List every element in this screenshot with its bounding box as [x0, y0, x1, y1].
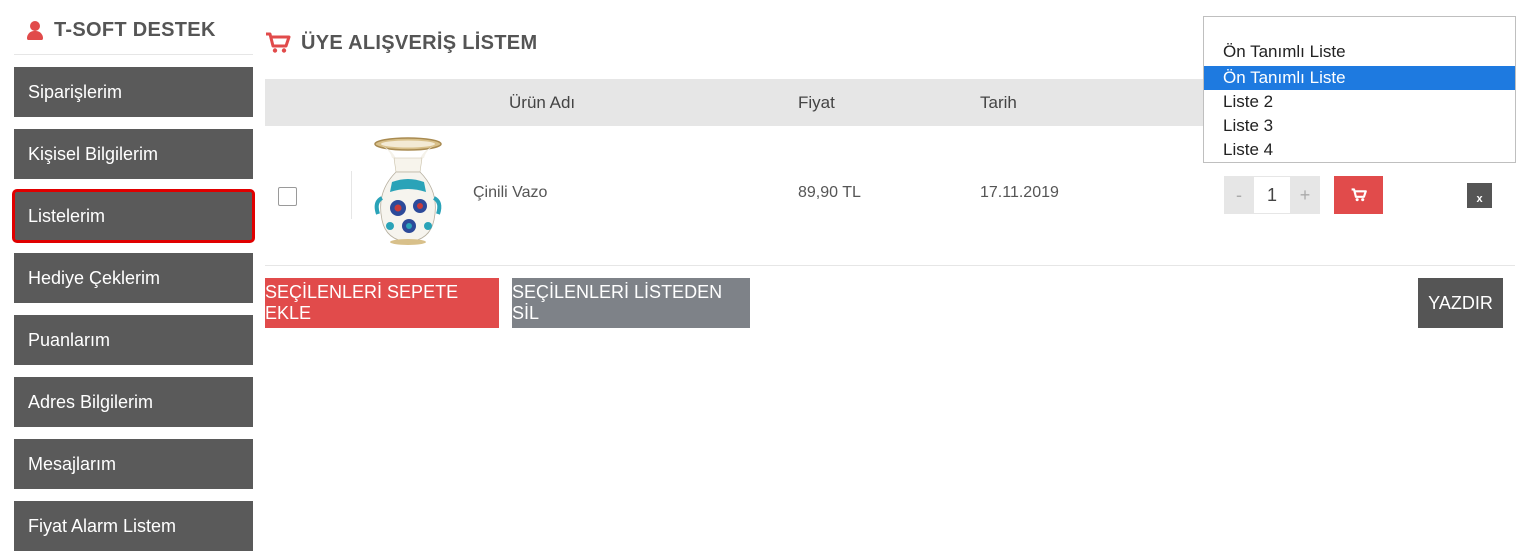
- list-option[interactable]: Liste 2: [1204, 90, 1515, 114]
- quantity-input[interactable]: 1: [1254, 176, 1290, 214]
- account-name: T-SOFT DESTEK: [54, 18, 216, 41]
- list-select-options: Ön Tanımlı Liste Liste 2 Liste 3 Liste 4: [1204, 66, 1515, 162]
- sidebar-item-orders[interactable]: Siparişlerim: [14, 67, 253, 117]
- row-divider: [351, 171, 352, 219]
- add-selected-to-cart-button[interactable]: SEÇİLENLERİ SEPETE EKLE: [265, 278, 499, 328]
- shopping-cart-icon: [266, 32, 291, 53]
- remove-item-button[interactable]: x: [1467, 183, 1492, 208]
- product-price: 89,90 TL: [798, 184, 861, 201]
- user-icon: [26, 19, 44, 41]
- sidebar-item-label: Siparişlerim: [28, 81, 123, 102]
- list-select-dropdown[interactable]: Ön Tanımlı Liste Ön Tanımlı Liste Liste …: [1203, 16, 1516, 163]
- page-title-text: ÜYE ALIŞVERİŞ LİSTEM: [301, 31, 538, 54]
- sidebar-item-addresses[interactable]: Adres Bilgilerim: [14, 377, 253, 427]
- sidebar-item-points[interactable]: Puanlarım: [14, 315, 253, 365]
- sidebar-menu: Siparişlerim Kişisel Bilgilerim Listeler…: [12, 67, 255, 559]
- account-header: T-SOFT DESTEK: [26, 14, 216, 46]
- sidebar-item-lists[interactable]: Listelerim: [12, 189, 255, 243]
- remove-selected-from-list-button[interactable]: SEÇİLENLERİ LİSTEDEN SİL: [512, 278, 750, 328]
- list-option[interactable]: Liste 3: [1204, 114, 1515, 138]
- column-header-price: Fiyat: [798, 93, 835, 112]
- column-header-product: Ürün Adı: [509, 93, 576, 112]
- print-button[interactable]: YAZDIR: [1418, 278, 1503, 328]
- column-header-date: Tarih: [980, 93, 1017, 112]
- list-select-value[interactable]: Ön Tanımlı Liste: [1223, 42, 1346, 62]
- sidebar-item-gift-cards[interactable]: Hediye Çeklerim: [14, 253, 253, 303]
- sidebar-item-label: Kişisel Bilgilerim: [28, 143, 159, 164]
- product-date: 17.11.2019: [980, 184, 1059, 201]
- sidebar-item-price-alarms[interactable]: Fiyat Alarm Listem: [14, 501, 253, 551]
- sidebar-item-label: Adres Bilgilerim: [28, 391, 154, 412]
- quantity-decrease-button[interactable]: -: [1224, 176, 1254, 214]
- shopping-cart-icon: [1351, 188, 1367, 202]
- page-title: ÜYE ALIŞVERİŞ LİSTEM: [265, 28, 537, 58]
- row-checkbox[interactable]: [278, 187, 297, 206]
- sidebar-item-label: Mesajlarım: [28, 453, 117, 474]
- sidebar-item-label: Hediye Çeklerim: [28, 267, 161, 288]
- list-option[interactable]: Liste 4: [1204, 138, 1515, 162]
- quantity-stepper: - 1 +: [1224, 176, 1320, 214]
- sidebar-item-label: Listelerim: [28, 205, 106, 226]
- sidebar-item-label: Fiyat Alarm Listem: [28, 515, 177, 536]
- list-option[interactable]: Ön Tanımlı Liste: [1204, 66, 1515, 90]
- product-name[interactable]: Çinili Vazo: [473, 184, 547, 202]
- sidebar-item-label: Puanlarım: [28, 329, 111, 350]
- quantity-increase-button[interactable]: +: [1290, 176, 1320, 214]
- sidebar-divider: [14, 54, 253, 55]
- add-to-cart-button[interactable]: [1334, 176, 1383, 214]
- sidebar-item-messages[interactable]: Mesajlarım: [14, 439, 253, 489]
- product-image[interactable]: [368, 136, 448, 248]
- sidebar-item-personal-info[interactable]: Kişisel Bilgilerim: [14, 129, 253, 179]
